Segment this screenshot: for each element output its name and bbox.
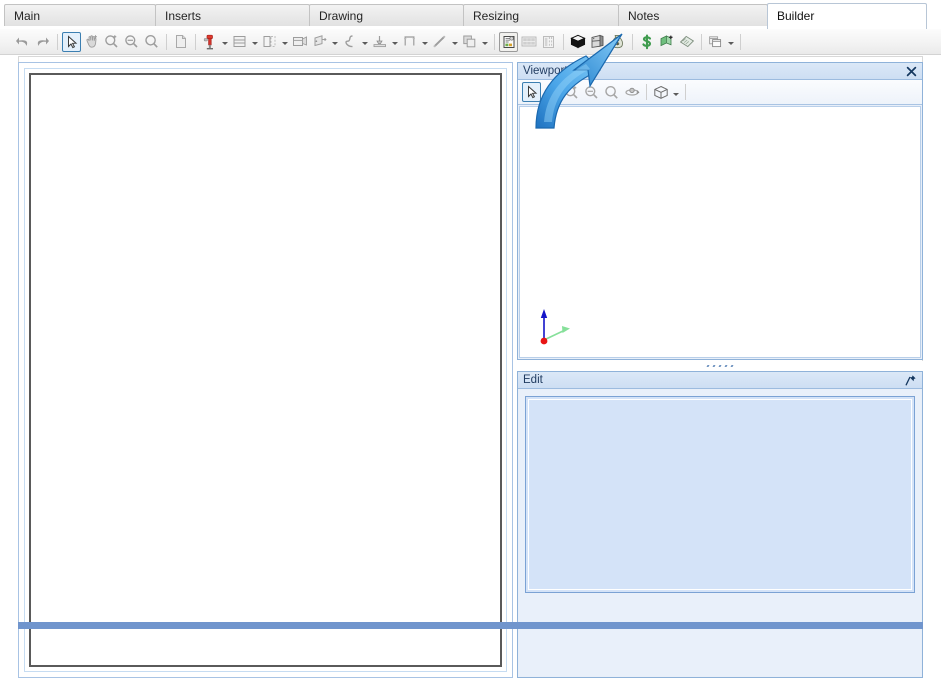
separator-1 <box>57 33 58 50</box>
tab-inserts-label: Inserts <box>165 9 202 23</box>
tab-resizing[interactable]: Resizing <box>463 4 619 26</box>
dollar-icon[interactable] <box>637 32 656 52</box>
separator-8 <box>740 33 741 50</box>
windows-cascade-icon[interactable] <box>706 32 725 52</box>
edit-title-bar: Edit <box>518 372 922 389</box>
main-toolbar <box>0 29 941 55</box>
edit-title: Edit <box>523 374 543 386</box>
shelves-icon[interactable] <box>230 32 249 52</box>
catalog-book-icon[interactable] <box>677 32 696 52</box>
workspace-content: Viewport Edit <box>0 56 941 678</box>
tab-builder[interactable]: Builder <box>767 3 927 29</box>
separator-4 <box>494 33 495 50</box>
door-icon[interactable] <box>310 32 329 52</box>
drawing-canvas[interactable] <box>29 73 502 667</box>
vp-zoom-in-icon[interactable] <box>562 82 581 102</box>
vp-view-cube-icon[interactable] <box>651 82 670 102</box>
status-band <box>18 622 923 629</box>
zoom-out-icon[interactable] <box>122 32 141 52</box>
separator-5 <box>563 33 564 50</box>
zoom-in-icon[interactable] <box>102 32 121 52</box>
tab-notes[interactable]: Notes <box>618 4 768 26</box>
vp-select-arrow-icon[interactable] <box>522 82 541 102</box>
viewport-panel: Viewport <box>517 62 923 360</box>
column-layout-icon[interactable] <box>539 32 558 52</box>
copy-parts-icon[interactable] <box>460 32 479 52</box>
viewport-title: Viewport <box>523 65 568 77</box>
tab-drawing-label: Drawing <box>319 9 364 23</box>
ribbon-tab-strip: Main Inserts Drawing Resizing Notes Buil… <box>0 0 941 29</box>
box-3d-icon[interactable] <box>568 32 587 52</box>
add-material-icon[interactable] <box>657 32 676 52</box>
vp-separator-2 <box>685 84 686 100</box>
plinth-caret-icon[interactable] <box>390 32 399 52</box>
drill-tool-caret-icon[interactable] <box>220 32 229 52</box>
vp-orbit-icon[interactable] <box>622 82 641 102</box>
rail-caret-icon[interactable] <box>420 32 429 52</box>
cabinet-icon[interactable] <box>588 32 607 52</box>
panel-splitter[interactable] <box>517 361 923 371</box>
edit-panel-body <box>519 390 921 676</box>
viewport-3d-canvas[interactable] <box>519 106 921 358</box>
pin-icon[interactable] <box>904 373 918 387</box>
vp-zoom-out-icon[interactable] <box>582 82 601 102</box>
drawing-canvas-inner <box>24 68 507 672</box>
tab-main[interactable]: Main <box>4 4 156 26</box>
vp-zoom-window-icon[interactable] <box>602 82 621 102</box>
vp-view-cube-caret-icon[interactable] <box>671 82 680 102</box>
status-band-fill <box>18 622 923 629</box>
redo-icon[interactable] <box>33 32 52 52</box>
select-arrow-icon[interactable] <box>62 31 81 52</box>
new-sheet-icon[interactable] <box>171 32 190 52</box>
tab-notes-label: Notes <box>628 9 660 23</box>
separator-3 <box>195 33 196 50</box>
edit-panel: Edit <box>517 371 923 678</box>
drawer-icon[interactable] <box>290 32 309 52</box>
zoom-window-icon[interactable] <box>142 32 161 52</box>
separator-7 <box>701 33 702 50</box>
windows-cascade-caret-icon[interactable] <box>726 32 735 52</box>
panel-divider-caret-icon[interactable] <box>280 32 289 52</box>
diagonal-brace-caret-icon[interactable] <box>450 32 459 52</box>
splitter-grip-icon <box>706 364 734 368</box>
vp-separator-1 <box>646 84 647 100</box>
tab-inserts[interactable]: Inserts <box>155 4 310 26</box>
plinth-icon[interactable] <box>370 32 389 52</box>
close-icon[interactable] <box>904 64 918 78</box>
panel-divider-icon[interactable] <box>260 32 279 52</box>
separator-2 <box>166 33 167 50</box>
vp-pan-hand-icon[interactable] <box>542 82 561 102</box>
tab-main-label: Main <box>14 9 41 23</box>
edit-field-inner[interactable] <box>528 399 912 590</box>
tab-drawing[interactable]: Drawing <box>309 4 464 26</box>
curve-edge-icon[interactable] <box>340 32 359 52</box>
viewport-toolbar <box>518 80 922 105</box>
viewport-title-bar: Viewport <box>518 63 922 80</box>
diagonal-brace-icon[interactable] <box>430 32 449 52</box>
rail-icon[interactable] <box>400 32 419 52</box>
edit-field[interactable] <box>525 396 915 593</box>
tab-resizing-label: Resizing <box>473 9 520 23</box>
axis-gizmo-icon <box>532 303 578 349</box>
report-icon[interactable] <box>499 31 518 52</box>
shelves-caret-icon[interactable] <box>250 32 259 52</box>
money-bag-icon[interactable] <box>608 32 627 52</box>
right-dock: Viewport Edit <box>517 62 923 678</box>
tab-builder-label: Builder <box>777 9 815 23</box>
drawing-canvas-pane[interactable] <box>18 62 513 678</box>
grid-layout-icon[interactable] <box>519 32 538 52</box>
pan-hand-icon[interactable] <box>82 32 101 52</box>
curve-edge-caret-icon[interactable] <box>360 32 369 52</box>
door-caret-icon[interactable] <box>330 32 339 52</box>
copy-parts-caret-icon[interactable] <box>480 32 489 52</box>
drill-tool-icon[interactable] <box>200 32 219 52</box>
undo-icon[interactable] <box>13 32 32 52</box>
application-window: Main Inserts Drawing Resizing Notes Buil… <box>0 0 941 678</box>
separator-6 <box>632 33 633 50</box>
